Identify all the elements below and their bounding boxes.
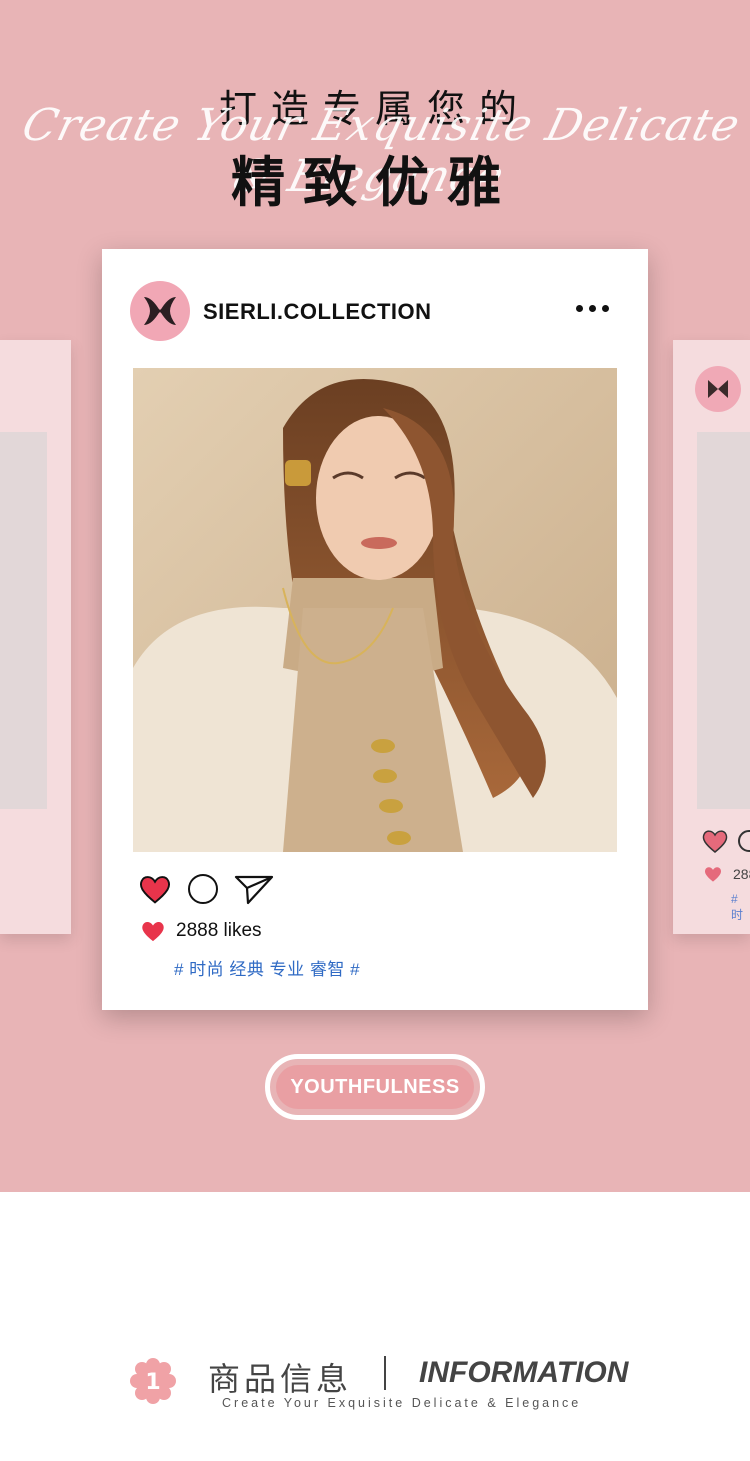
info-section-header: 1 商品信息 INFORMATION Create Your Exquisite… xyxy=(0,1340,750,1430)
heart-icon[interactable] xyxy=(138,873,172,905)
side-card-left-photo xyxy=(0,432,47,809)
account-name[interactable]: SIERLI.COLLECTION xyxy=(203,299,432,325)
side-card-left xyxy=(0,340,71,934)
section-number: 1 xyxy=(145,1370,160,1395)
heart-filled-icon xyxy=(142,921,164,942)
post-photo xyxy=(133,368,617,852)
model-photo-illustration xyxy=(133,368,617,852)
post-actions xyxy=(138,873,274,905)
flower-number-icon: 1 xyxy=(130,1358,176,1404)
side-likes-text: 288 xyxy=(733,866,750,882)
heart-icon[interactable] xyxy=(701,828,729,854)
brand-logo-icon xyxy=(708,380,728,398)
more-icon[interactable] xyxy=(576,305,609,312)
section-title-en: INFORMATION xyxy=(419,1356,629,1389)
likes-count: 2888 likes xyxy=(176,920,262,941)
headline-main: 精致优雅 xyxy=(231,151,519,214)
brand-logo-icon xyxy=(144,297,176,325)
side-tags-text: # 时 xyxy=(731,892,744,922)
hero-section: 打造专属您的 Create Your Exquisite Delicate & … xyxy=(0,0,750,1192)
comment-icon[interactable] xyxy=(738,830,750,852)
post-card: SIERLI.COLLECTION 2888 likes # 时尚 经典 专业 … xyxy=(102,249,648,1010)
avatar[interactable] xyxy=(130,281,190,341)
youthfulness-button[interactable]: YOUTHFULNESS xyxy=(265,1054,485,1120)
side-card-right-photo xyxy=(697,432,750,809)
youthfulness-button-label: YOUTHFULNESS xyxy=(276,1065,474,1109)
section-divider xyxy=(384,1356,386,1390)
section-subtitle: Create Your Exquisite Delicate & Eleganc… xyxy=(222,1396,582,1410)
side-card-right: 288 # 时 xyxy=(673,340,750,934)
comment-icon[interactable] xyxy=(188,874,218,904)
section-title-cn: 商品信息 xyxy=(208,1360,353,1398)
side-card-avatar xyxy=(695,366,741,412)
send-icon[interactable] xyxy=(234,873,274,905)
likes-row: 2888 likes xyxy=(140,919,262,943)
heart-small-icon xyxy=(704,867,722,882)
post-tags[interactable]: # 时尚 经典 专业 睿智 # xyxy=(174,955,360,980)
